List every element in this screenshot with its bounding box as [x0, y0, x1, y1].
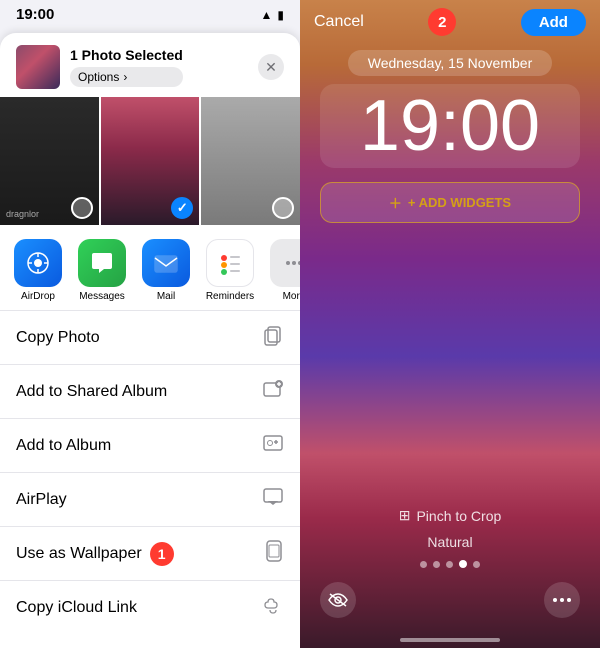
- action-copy-photo[interactable]: Copy Photo: [0, 311, 300, 365]
- chevron-right-icon: ›: [123, 70, 127, 84]
- airplay-icon: [262, 486, 284, 513]
- add-to-album-icon: [262, 432, 284, 459]
- dot-3: [446, 561, 453, 568]
- copy-photo-icon: [262, 324, 284, 351]
- app-item-mail[interactable]: Mail: [136, 239, 196, 302]
- photo-cell-2[interactable]: ✓: [101, 97, 200, 225]
- dots-indicator: [420, 560, 480, 568]
- add-shared-album-label: Add to Shared Album: [16, 383, 167, 401]
- copy-photo-label: Copy Photo: [16, 329, 100, 347]
- airplay-label: AirPlay: [16, 491, 67, 509]
- use-as-wallpaper-label: Use as Wallpaper: [16, 545, 142, 563]
- dot-2: [433, 561, 440, 568]
- right-topbar: Cancel 2 Add: [300, 0, 600, 44]
- copy-icloud-label: Copy iCloud Link: [16, 599, 137, 617]
- add-widgets-button[interactable]: ＋ + ADD WIDGETS: [320, 182, 580, 223]
- photo-cell-1[interactable]: dragnlor: [0, 97, 99, 225]
- reminders-label: Reminders: [206, 291, 254, 302]
- action-copy-icloud[interactable]: Copy iCloud Link: [0, 581, 300, 634]
- app-item-reminders[interactable]: Reminders: [200, 239, 260, 302]
- share-header-left: 1 Photo Selected Options ›: [16, 45, 183, 89]
- options-button[interactable]: Options ›: [70, 67, 183, 87]
- status-bar: 19:00 ▲ ▮: [0, 0, 300, 29]
- left-panel: 19:00 ▲ ▮ 1 Photo Selected Options › ✕ d…: [0, 0, 300, 648]
- mail-label: Mail: [157, 291, 175, 302]
- close-button[interactable]: ✕: [258, 54, 284, 80]
- photo-grid: dragnlor ✓: [0, 97, 300, 227]
- reminders-icon: [206, 239, 254, 287]
- add-button[interactable]: Add: [521, 9, 586, 36]
- wallpaper-item-wrap: Use as Wallpaper 1: [16, 542, 174, 566]
- app-item-messages[interactable]: Messages: [72, 239, 132, 302]
- share-info: 1 Photo Selected Options ›: [70, 47, 183, 87]
- status-time: 19:00: [16, 6, 54, 23]
- lock-bottom-controls: ⊞ Pinch to Crop Natural: [300, 507, 600, 618]
- lock-date: Wednesday, 15 November: [348, 50, 552, 76]
- battery-icon: ▮: [277, 8, 284, 22]
- airdrop-label: AirDrop: [21, 291, 55, 302]
- more-label: More: [283, 291, 300, 302]
- pinch-crop-label: Pinch to Crop: [416, 508, 501, 524]
- natural-label: Natural: [427, 534, 472, 550]
- notification-badge: 2: [428, 8, 456, 36]
- action-add-shared-album[interactable]: Add to Shared Album: [0, 365, 300, 419]
- action-use-as-wallpaper[interactable]: Use as Wallpaper 1: [0, 527, 300, 581]
- lock-time: 19:00: [320, 84, 580, 168]
- right-panel: Cancel 2 Add Wednesday, 15 November 19:0…: [300, 0, 600, 648]
- status-icons: ▲ ▮: [261, 8, 285, 22]
- airdrop-icon: [14, 239, 62, 287]
- bottom-icon-row: [320, 582, 580, 618]
- dot-1: [420, 561, 427, 568]
- share-title: 1 Photo Selected: [70, 47, 183, 63]
- action-list: Copy Photo Add to Shared Album Add to Al…: [0, 311, 300, 648]
- share-header: 1 Photo Selected Options › ✕: [0, 33, 300, 97]
- dot-4-active: [459, 560, 467, 568]
- wallpaper-badge: 1: [150, 542, 174, 566]
- pinch-crop-hint: ⊞ Pinch to Crop: [399, 507, 502, 524]
- photo-cell-3[interactable]: [201, 97, 300, 225]
- checkmark-icon: ✓: [177, 200, 188, 216]
- copy-icloud-icon: [262, 594, 284, 621]
- lock-screen-content: Wednesday, 15 November 19:00 ＋ + ADD WID…: [300, 50, 600, 223]
- more-icon: [270, 239, 300, 287]
- mail-icon: [142, 239, 190, 287]
- eye-slash-icon[interactable]: [320, 582, 356, 618]
- messages-label: Messages: [79, 291, 125, 302]
- action-add-to-album[interactable]: Add to Album: [0, 419, 300, 473]
- action-airplay[interactable]: AirPlay: [0, 473, 300, 527]
- add-to-album-label: Add to Album: [16, 437, 111, 455]
- wifi-icon: ▲: [261, 8, 273, 22]
- select-circle-1[interactable]: [71, 197, 93, 219]
- messages-icon: [78, 239, 126, 287]
- cancel-button[interactable]: Cancel: [314, 13, 364, 31]
- plus-icon: ＋: [389, 193, 402, 212]
- app-item-more[interactable]: More: [264, 239, 300, 302]
- add-widgets-label: + ADD WIDGETS: [408, 195, 511, 210]
- ellipsis-icon[interactable]: [544, 582, 580, 618]
- photo-thumbnail: [16, 45, 60, 89]
- app-row: AirDrop Messages Mail: [0, 227, 300, 311]
- select-circle-2[interactable]: ✓: [171, 197, 193, 219]
- add-shared-album-icon: [262, 378, 284, 405]
- dot-5: [473, 561, 480, 568]
- app-item-airdrop[interactable]: AirDrop: [8, 239, 68, 302]
- wallpaper-icon: [264, 540, 284, 567]
- home-indicator: [400, 638, 500, 642]
- pinch-crop-icon: ⊞: [399, 507, 411, 524]
- select-circle-3[interactable]: [272, 197, 294, 219]
- photo-label-1: dragnlor: [6, 209, 39, 219]
